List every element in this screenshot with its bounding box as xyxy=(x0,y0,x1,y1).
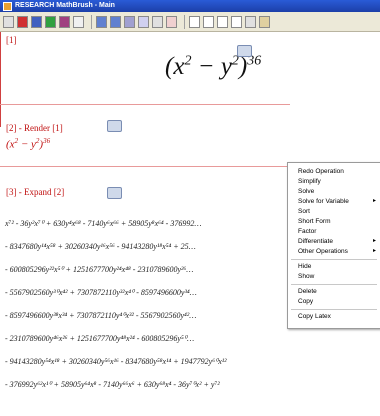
menu-item-short-form[interactable]: Short Form xyxy=(298,217,376,226)
cell-2-expression[interactable]: (x2 − y2)36 xyxy=(6,137,50,151)
menu-item-redo-operation[interactable]: Redo Operation xyxy=(298,167,376,176)
save-icon[interactable] xyxy=(96,15,107,28)
menu-separator xyxy=(291,259,377,260)
expansion-row: - 8597496600y³⁸x³⁴ + 7307872110y⁴⁰x³² - … xyxy=(5,311,197,320)
menu-item-hide[interactable]: Hide xyxy=(298,262,376,271)
app-icon xyxy=(3,2,12,11)
paste-icon[interactable] xyxy=(166,15,177,28)
cell-1-expression[interactable]: (x2 − y2)36 xyxy=(165,53,261,81)
expansion-row: - 94143280y⁵⁴x¹⁸ + 30260340y⁵⁶x¹⁶ - 8347… xyxy=(5,357,227,366)
open-icon[interactable] xyxy=(124,15,135,28)
new-icon[interactable] xyxy=(73,15,84,28)
grid-icon[interactable] xyxy=(3,15,14,28)
submenu-arrow-icon: ▸ xyxy=(372,198,376,204)
menu-dropdown-icon[interactable] xyxy=(245,15,256,28)
toolbar xyxy=(0,12,380,32)
window-title: RESEARCH MathBrush - Main xyxy=(15,2,115,9)
settings-icon[interactable] xyxy=(259,15,270,28)
check-icon[interactable] xyxy=(45,15,56,28)
cell-1-options-icon[interactable] xyxy=(237,45,252,57)
minus-icon[interactable] xyxy=(17,15,28,28)
menu-separator xyxy=(291,309,377,310)
cell-divider xyxy=(0,104,290,105)
arrow-icon[interactable] xyxy=(31,15,42,28)
menu-item-copy-latex[interactable]: Copy Latex xyxy=(298,312,376,321)
cell-1-label[interactable]: [1] xyxy=(6,35,17,45)
menu-item-solve[interactable]: Solve xyxy=(298,187,376,196)
title-bar: RESEARCH MathBrush - Main xyxy=(0,0,380,12)
cell-2-options-icon[interactable] xyxy=(107,120,122,132)
toolbar-separator xyxy=(184,14,185,29)
expansion-row: - 2310789600y⁴⁶x²⁶ + 1251677700y⁴⁸x²⁴ - … xyxy=(5,334,195,343)
menu-item-copy[interactable]: Copy xyxy=(298,297,376,306)
expansion-row: - 5567902560y³⁰x⁴² + 7307872110y³²x⁴⁰ - … xyxy=(5,288,197,297)
plus-sign-icon[interactable] xyxy=(203,15,214,28)
context-menu: Redo Operation Simplify Solve Solve for … xyxy=(287,162,380,329)
expansion-row: - 376992y⁶²x¹⁰ + 58905y⁶⁴x⁸ - 7140y⁶⁶x⁶ … xyxy=(5,380,220,389)
draw-icon[interactable] xyxy=(59,15,70,28)
menu-item-delete[interactable]: Delete xyxy=(298,287,376,296)
menu-item-sort[interactable]: Sort xyxy=(298,207,376,216)
expansion-row: - 600805296y²²x⁵⁰ + 1251677700y²⁴x⁴⁸ - 2… xyxy=(5,265,194,274)
menu-item-factor[interactable]: Factor xyxy=(298,227,376,236)
divide-sign-icon[interactable] xyxy=(231,15,242,28)
menu-item-solve-for-variable[interactable]: Solve for Variable ▸ xyxy=(298,197,376,206)
edit-icon[interactable] xyxy=(138,15,149,28)
cell-3-label[interactable]: [3] - Expand [2] xyxy=(6,187,64,197)
menu-item-other-operations[interactable]: Other Operations ▸ xyxy=(298,247,376,256)
menu-separator xyxy=(291,284,377,285)
cell-3-options-icon[interactable] xyxy=(107,187,122,199)
cell-divider xyxy=(0,166,290,167)
cell-bracket xyxy=(0,32,1,127)
cell-2-label[interactable]: [2] - Render [1] xyxy=(6,123,63,133)
submenu-arrow-icon: ▸ xyxy=(372,238,376,244)
copy-icon[interactable] xyxy=(152,15,163,28)
save-as-icon[interactable] xyxy=(110,15,121,28)
expansion-row: - 8347680y¹⁴x⁵⁸ + 30260340y¹⁶x⁵⁶ - 94143… xyxy=(5,242,196,251)
menu-item-differentiate[interactable]: Differentiate ▸ xyxy=(298,237,376,246)
submenu-arrow-icon: ▸ xyxy=(372,248,376,254)
menu-item-show[interactable]: Show xyxy=(298,272,376,281)
menu-item-simplify[interactable]: Simplify xyxy=(298,177,376,186)
minus-sign-icon[interactable] xyxy=(189,15,200,28)
times-sign-icon[interactable] xyxy=(217,15,228,28)
toolbar-separator xyxy=(91,14,92,29)
expansion-row: x⁷² - 36y²x⁷⁰ + 630y⁴x⁶⁸ - 7140y⁶x⁶⁶ + 5… xyxy=(5,219,202,228)
